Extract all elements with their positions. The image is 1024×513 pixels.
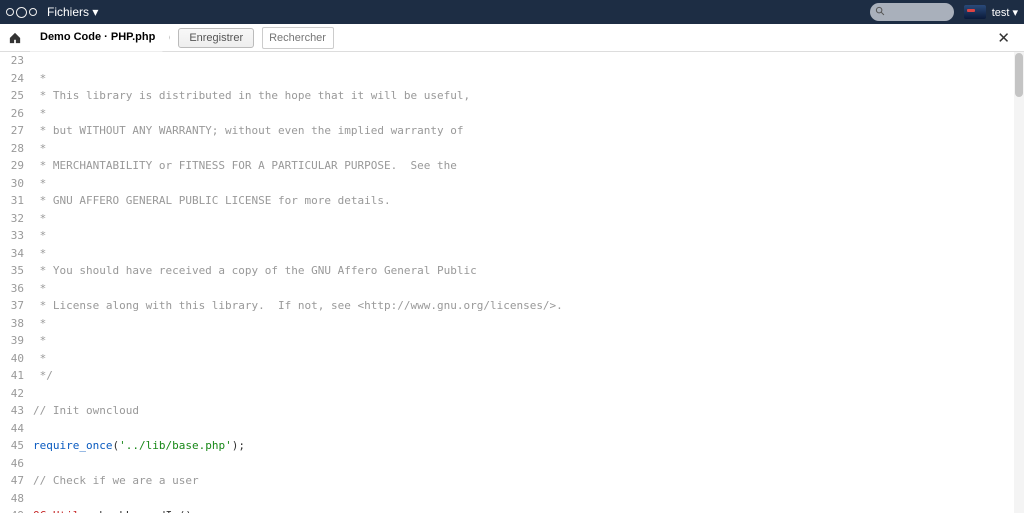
code-line bbox=[33, 420, 1020, 438]
code-line bbox=[33, 490, 1020, 508]
line-number: 24 bbox=[0, 70, 24, 88]
line-number: 38 bbox=[0, 315, 24, 333]
line-number: 42 bbox=[0, 385, 24, 403]
line-number: 32 bbox=[0, 210, 24, 228]
save-button[interactable]: Enregistrer bbox=[178, 28, 254, 48]
line-number: 43 bbox=[0, 402, 24, 420]
code-line: * bbox=[33, 70, 1020, 88]
code-line: * bbox=[33, 350, 1020, 368]
line-number: 39 bbox=[0, 332, 24, 350]
code-line: // Check if we are a user bbox=[33, 472, 1020, 490]
code-line: * bbox=[33, 332, 1020, 350]
line-number: 36 bbox=[0, 280, 24, 298]
line-number: 30 bbox=[0, 175, 24, 193]
code-line: * bbox=[33, 280, 1020, 298]
code-line: * bbox=[33, 210, 1020, 228]
home-icon[interactable] bbox=[8, 32, 22, 44]
breadcrumb-label: Demo Code · PHP.php bbox=[40, 31, 155, 43]
line-number: 35 bbox=[0, 262, 24, 280]
scrollbar[interactable] bbox=[1014, 52, 1024, 513]
code-line: * License along with this library. If no… bbox=[33, 297, 1020, 315]
code-line: * but WITHOUT ANY WARRANTY; without even… bbox=[33, 122, 1020, 140]
code-line: * MERCHANTABILITY or FITNESS FOR A PARTI… bbox=[33, 157, 1020, 175]
line-number: 46 bbox=[0, 455, 24, 473]
code-line: * GNU AFFERO GENERAL PUBLIC LICENSE for … bbox=[33, 192, 1020, 210]
files-menu[interactable]: Fichiers ▾ bbox=[47, 5, 98, 19]
line-number: 41 bbox=[0, 367, 24, 385]
code-line: * This library is distributed in the hop… bbox=[33, 87, 1020, 105]
user-menu[interactable]: test ▾ bbox=[964, 5, 1018, 19]
line-number: 40 bbox=[0, 350, 24, 368]
line-number: 33 bbox=[0, 227, 24, 245]
line-number: 48 bbox=[0, 490, 24, 508]
line-number: 34 bbox=[0, 245, 24, 263]
line-number: 25 bbox=[0, 87, 24, 105]
code-line: * bbox=[33, 175, 1020, 193]
line-number: 49 bbox=[0, 507, 24, 513]
find-input[interactable] bbox=[262, 27, 334, 49]
search-input[interactable] bbox=[870, 3, 954, 21]
code-line: OC_Util::checkLoggedIn(); bbox=[33, 507, 1020, 513]
code-line: */ bbox=[33, 367, 1020, 385]
line-number: 47 bbox=[0, 472, 24, 490]
line-number: 28 bbox=[0, 140, 24, 158]
code-line bbox=[33, 52, 1020, 70]
line-number: 37 bbox=[0, 297, 24, 315]
code-line: * bbox=[33, 245, 1020, 263]
close-icon[interactable]: ✕ bbox=[991, 29, 1016, 47]
code-line: * You should have received a copy of the… bbox=[33, 262, 1020, 280]
code-editor[interactable]: 2324252627282930313233343536373839404142… bbox=[0, 52, 1024, 513]
line-number: 26 bbox=[0, 105, 24, 123]
line-number: 45 bbox=[0, 437, 24, 455]
line-number: 23 bbox=[0, 52, 24, 70]
code-line: * bbox=[33, 227, 1020, 245]
top-bar: Fichiers ▾ test ▾ bbox=[0, 0, 1024, 24]
code-line: * bbox=[33, 105, 1020, 123]
scrollbar-thumb[interactable] bbox=[1015, 53, 1023, 97]
line-number: 29 bbox=[0, 157, 24, 175]
line-number: 27 bbox=[0, 122, 24, 140]
code-line bbox=[33, 385, 1020, 403]
sub-bar: Demo Code · PHP.php Enregistrer ✕ bbox=[0, 24, 1024, 52]
code-line: * bbox=[33, 140, 1020, 158]
code-line bbox=[33, 455, 1020, 473]
breadcrumb[interactable]: Demo Code · PHP.php bbox=[30, 24, 170, 52]
code-line: // Init owncloud bbox=[33, 402, 1020, 420]
line-number: 31 bbox=[0, 192, 24, 210]
code-line: * bbox=[33, 315, 1020, 333]
code-line: require_once('../lib/base.php'); bbox=[33, 437, 1020, 455]
owncloud-logo bbox=[6, 7, 37, 18]
user-label: test ▾ bbox=[992, 6, 1018, 19]
code-area[interactable]: * * This library is distributed in the h… bbox=[33, 52, 1020, 513]
line-number: 44 bbox=[0, 420, 24, 438]
avatar bbox=[964, 5, 986, 19]
search-wrap bbox=[870, 3, 954, 21]
gutter: 2324252627282930313233343536373839404142… bbox=[0, 52, 30, 513]
